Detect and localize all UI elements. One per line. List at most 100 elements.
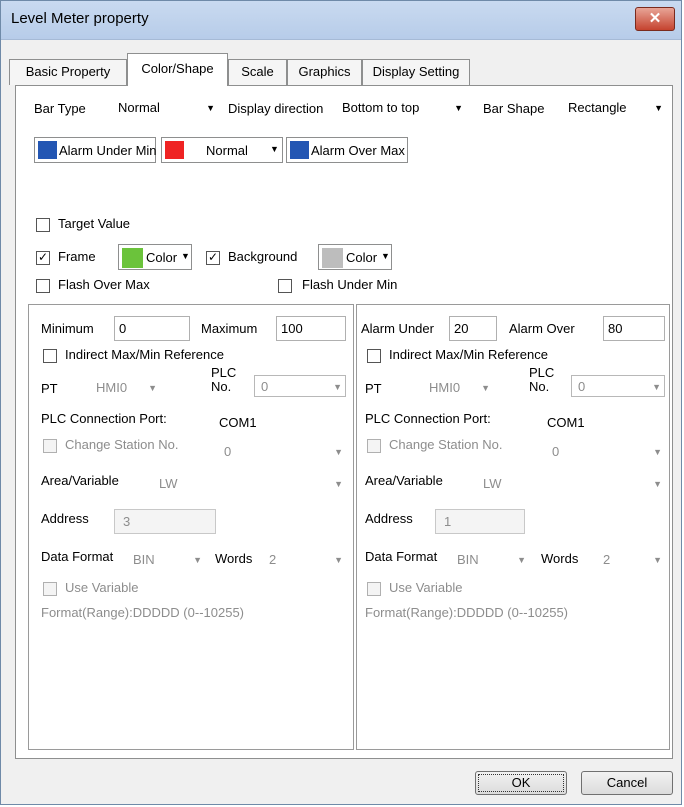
frame-checkbox[interactable]: ✓ xyxy=(36,251,50,265)
data-format-select[interactable]: BIN ▼ xyxy=(457,549,529,571)
change-station-checkbox[interactable] xyxy=(367,439,381,453)
tab-graphics[interactable]: Graphics xyxy=(287,59,362,85)
station-value: 0 xyxy=(224,444,232,459)
tab-scale[interactable]: Scale xyxy=(228,59,287,85)
flash-over-max-label: Flash Over Max xyxy=(58,277,150,292)
data-format-select[interactable]: BIN ▼ xyxy=(133,549,205,571)
data-format-label: Data Format xyxy=(365,549,438,564)
flash-under-min-label: Flash Under Min xyxy=(302,277,398,292)
plc-no-select[interactable]: 0 ▼ xyxy=(254,375,346,397)
area-variable-label: Area/Variable xyxy=(365,473,443,488)
background-color-button[interactable]: Color ▼ xyxy=(318,244,392,270)
alarm-over-max-color-button[interactable]: Alarm Over Max xyxy=(286,137,408,163)
background-label: Background xyxy=(228,249,298,264)
chevron-down-icon: ▼ xyxy=(206,103,215,113)
flash-under-min-checkbox[interactable] xyxy=(278,279,292,293)
plc-port-value: COM1 xyxy=(219,415,257,430)
close-button[interactable]: ✕ xyxy=(635,7,675,31)
maximum-label: Maximum xyxy=(201,321,258,336)
indirect-checkbox[interactable] xyxy=(367,349,381,363)
plc-no-select[interactable]: 0 ▼ xyxy=(571,375,665,397)
direction-label: Display direction xyxy=(228,101,324,116)
format-range-text: Format(Range):DDDDD (0--10255) xyxy=(41,605,244,620)
chevron-down-icon: ▼ xyxy=(148,383,157,393)
pt-select[interactable]: HMI0 ▼ xyxy=(96,377,160,399)
alarm-over-max-swatch xyxy=(290,141,309,159)
chevron-down-icon: ▼ xyxy=(653,555,662,565)
alarm-over-max-label: Alarm Over Max xyxy=(311,143,405,158)
tab-color-shape[interactable]: Color/Shape xyxy=(127,53,228,86)
ok-button[interactable]: OK xyxy=(475,771,567,795)
plc-label: PLC xyxy=(211,365,237,380)
alarm-over-input[interactable]: 80 xyxy=(603,316,665,341)
target-value-checkbox[interactable] xyxy=(36,218,50,232)
station-select[interactable]: 0 ▼ xyxy=(552,441,665,463)
direction-value: Bottom to top xyxy=(342,100,420,115)
change-station-label: Change Station No. xyxy=(389,437,503,452)
minimum-input[interactable]: 0 xyxy=(114,316,190,341)
frame-color-button[interactable]: Color ▼ xyxy=(118,244,192,270)
use-variable-label: Use Variable xyxy=(65,580,139,595)
frame-color-label: Color xyxy=(146,250,178,265)
area-variable-select[interactable]: LW ▼ xyxy=(159,473,346,495)
change-station-checkbox[interactable] xyxy=(43,439,57,453)
station-select[interactable]: 0 ▼ xyxy=(224,441,346,463)
plc-label: PLC xyxy=(529,365,555,380)
pt-select[interactable]: HMI0 ▼ xyxy=(429,377,493,399)
address-label: Address xyxy=(41,511,89,526)
area-variable-select[interactable]: LW ▼ xyxy=(483,473,665,495)
plc-no-value: 0 xyxy=(578,379,586,394)
words-select[interactable]: 2 ▼ xyxy=(269,549,346,571)
bar-type-label: Bar Type xyxy=(34,101,86,116)
station-value: 0 xyxy=(552,444,560,459)
area-variable-value: LW xyxy=(159,476,178,491)
use-variable-checkbox[interactable] xyxy=(367,582,381,596)
address-input[interactable]: 3 xyxy=(114,509,216,534)
words-select[interactable]: 2 ▼ xyxy=(603,549,665,571)
words-value: 2 xyxy=(269,552,277,567)
background-checkbox[interactable]: ✓ xyxy=(206,251,220,265)
change-station-label: Change Station No. xyxy=(65,437,179,452)
pt-label: PT xyxy=(41,381,58,396)
bar-shape-value: Rectangle xyxy=(568,100,627,115)
maximum-input[interactable]: 100 xyxy=(276,316,346,341)
bar-type-select[interactable]: Normal ▼ xyxy=(118,97,218,119)
data-format-value: BIN xyxy=(457,552,479,567)
use-variable-checkbox[interactable] xyxy=(43,582,57,596)
alarm-under-min-label: Alarm Under Min xyxy=(59,143,157,158)
indirect-checkbox[interactable] xyxy=(43,349,57,363)
flash-over-max-checkbox[interactable] xyxy=(36,279,50,293)
chevron-down-icon: ▼ xyxy=(334,555,343,565)
plc-no-value: 0 xyxy=(261,379,269,394)
pt-value: HMI0 xyxy=(96,380,128,395)
window-title: Level Meter property xyxy=(11,10,149,27)
alarm-under-min-color-button[interactable]: Alarm Under Min xyxy=(34,137,157,163)
area-variable-label: Area/Variable xyxy=(41,473,119,488)
address-label: Address xyxy=(365,511,413,526)
indirect-label: Indirect Max/Min Reference xyxy=(389,347,548,362)
data-format-value: BIN xyxy=(133,552,155,567)
title-bar: Level Meter property ✕ xyxy=(1,1,681,40)
chevron-down-icon: ▼ xyxy=(333,382,342,392)
pt-value: HMI0 xyxy=(429,380,461,395)
chevron-down-icon: ▼ xyxy=(517,555,526,565)
tab-basic-property[interactable]: Basic Property xyxy=(9,59,127,85)
address-input[interactable]: 1 xyxy=(435,509,525,534)
direction-select[interactable]: Bottom to top ▼ xyxy=(342,97,466,119)
normal-swatch xyxy=(165,141,184,159)
bar-type-value: Normal xyxy=(118,100,160,115)
chevron-down-icon: ▼ xyxy=(381,251,390,261)
chevron-down-icon: ▼ xyxy=(454,103,463,113)
normal-color-button[interactable]: Normal ▼ xyxy=(161,137,283,163)
minimum-label: Minimum xyxy=(41,321,94,336)
alarm-under-input[interactable]: 20 xyxy=(449,316,497,341)
words-label: Words xyxy=(215,551,253,566)
alarm-under-label: Alarm Under xyxy=(361,321,434,336)
plc-port-value: COM1 xyxy=(547,415,585,430)
cancel-button[interactable]: Cancel xyxy=(581,771,673,795)
level-meter-dialog: Level Meter property ✕ Basic Property Co… xyxy=(0,0,682,805)
chevron-down-icon: ▼ xyxy=(652,382,661,392)
tab-display-setting[interactable]: Display Setting xyxy=(362,59,470,85)
background-color-label: Color xyxy=(346,250,378,265)
bar-shape-select[interactable]: Rectangle ▼ xyxy=(568,97,666,119)
